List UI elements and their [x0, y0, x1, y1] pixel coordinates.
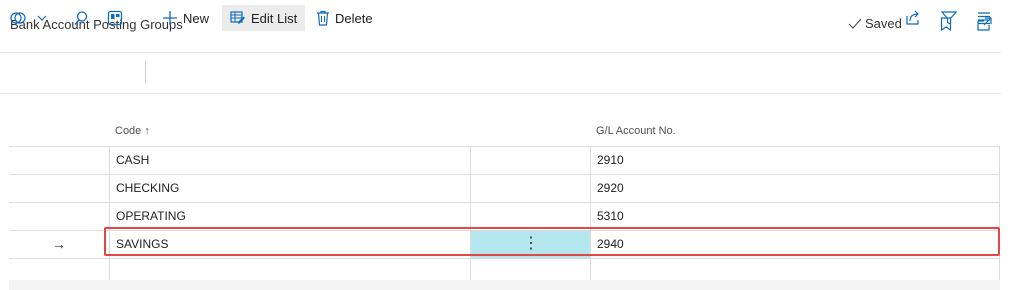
saved-status: Saved	[848, 16, 902, 31]
row-selector[interactable]	[9, 203, 109, 230]
code-cell[interactable]: OPERATING	[109, 203, 470, 230]
code-cell[interactable]: CHECKING	[109, 175, 470, 202]
edit-list-label: Edit List	[251, 10, 298, 26]
table-row-selected[interactable]: → SAVINGS ⋮ 2940	[9, 231, 1000, 259]
edit-list-icon	[230, 11, 245, 24]
new-button[interactable]: New	[162, 5, 209, 31]
delete-button[interactable]: Delete	[316, 5, 373, 31]
more-options-icon[interactable]: ⋮	[523, 231, 539, 257]
saved-label: Saved	[865, 16, 902, 31]
table-row[interactable]: CASH 2910	[9, 146, 1000, 175]
view-switcher-button[interactable]	[10, 5, 47, 31]
gl-account-cell[interactable]: 2940	[590, 231, 1000, 258]
row-actions-cell[interactable]: ⋮	[470, 231, 590, 258]
search-icon	[74, 11, 88, 25]
code-cell[interactable]: SAVINGS	[109, 231, 470, 258]
show-details-button[interactable]	[107, 5, 123, 31]
new-button-label: New	[183, 10, 210, 26]
sort-ascending-icon: ↑	[144, 125, 150, 137]
table-row[interactable]: CHECKING 2920	[9, 175, 1000, 203]
page-header: Bank Account Posting Groups Saved	[0, 0, 1024, 52]
list-icon	[978, 12, 990, 25]
share-button[interactable]	[905, 5, 921, 31]
toolbar-divider	[145, 61, 146, 83]
gl-account-cell[interactable]: 5310	[590, 203, 1000, 230]
column-header-gl-account[interactable]: G/L Account No.	[596, 125, 676, 137]
row-actions-cell[interactable]	[470, 175, 590, 202]
chevron-down-icon	[37, 15, 47, 21]
gl-account-cell[interactable]: 2920	[590, 175, 1000, 202]
plus-icon	[163, 11, 177, 25]
details-pane-icon	[107, 10, 123, 26]
delete-button-label: Delete	[335, 10, 373, 26]
trash-icon	[317, 10, 329, 26]
share-icon	[906, 10, 919, 25]
views-icon	[10, 12, 26, 24]
row-actions-cell[interactable]	[470, 147, 590, 174]
edit-list-button[interactable]: Edit List	[222, 5, 306, 31]
code-cell[interactable]: CASH	[109, 147, 470, 174]
checkmark-icon	[848, 18, 862, 29]
data-grid: CASH 2910 CHECKING 2920 OPERATING 5310 →…	[9, 146, 1000, 287]
column-header-code-label: Code	[115, 125, 142, 137]
filter-icon	[941, 11, 957, 25]
column-header-code[interactable]: Code ↑	[115, 125, 150, 137]
toolbar-bottom-divider	[0, 93, 1001, 94]
row-selector[interactable]	[9, 147, 109, 174]
current-row-arrow-icon[interactable]: →	[9, 231, 109, 258]
gl-account-cell[interactable]: 2910	[590, 147, 1000, 174]
row-actions-cell[interactable]	[470, 203, 590, 230]
grid-footer	[9, 280, 1000, 290]
filter-button[interactable]	[941, 5, 957, 31]
table-row[interactable]: OPERATING 5310	[9, 203, 1000, 231]
row-selector[interactable]	[9, 175, 109, 202]
header-divider	[0, 52, 1001, 53]
list-view-button[interactable]	[976, 5, 992, 31]
search-button[interactable]	[73, 5, 89, 31]
